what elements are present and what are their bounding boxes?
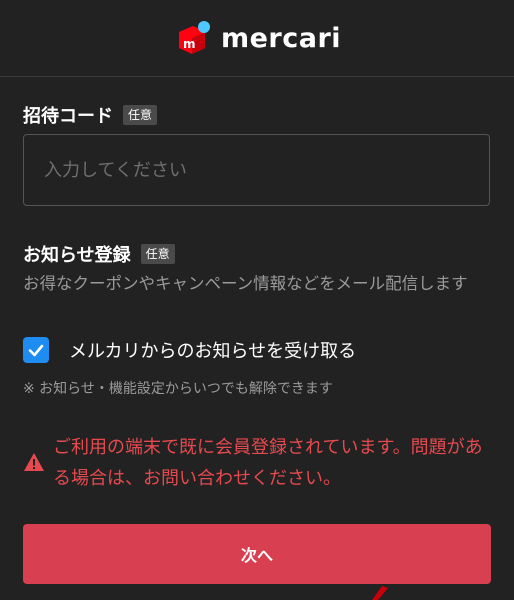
app-header: m mercari	[0, 0, 514, 77]
unsubscribe-note: ※ お知らせ・機能設定からいつでも解除できます	[23, 381, 333, 397]
notification-description: お得なクーポンやキャンペーン情報などをメール配信します	[23, 274, 468, 293]
notification-label: お知らせ登録	[23, 245, 131, 266]
notification-label-row: お知らせ登録 任意	[23, 241, 175, 267]
checkmark-icon	[28, 344, 44, 357]
optional-badge: 任意	[123, 105, 158, 125]
invite-code-label: 招待コード	[23, 106, 113, 127]
error-message-block: ご利用の端末で既に会員登録されています。問題がある場合は、お問い合わせください。	[23, 432, 493, 494]
next-button[interactable]: 次へ	[23, 524, 491, 584]
partial-logo-icon	[372, 586, 388, 600]
notification-checkbox-label[interactable]: メルカリからのお知らせを受け取る	[69, 337, 356, 363]
error-message-text: ご利用の端末で既に会員登録されています。問題がある場合は、お問い合わせください。	[53, 437, 483, 489]
logo-wordmark: mercari	[220, 22, 342, 54]
mercari-logo: m mercari	[173, 18, 341, 58]
svg-text:m: m	[183, 37, 196, 51]
mercari-box-icon: m	[178, 21, 210, 54]
notification-checkbox[interactable]	[23, 337, 49, 363]
optional-badge: 任意	[140, 244, 175, 264]
invite-code-label-row: 招待コード 任意	[23, 102, 158, 128]
invite-code-input[interactable]	[23, 134, 490, 206]
notification-checkbox-row[interactable]: メルカリからのお知らせを受け取る	[23, 337, 356, 363]
warning-icon	[24, 453, 44, 471]
